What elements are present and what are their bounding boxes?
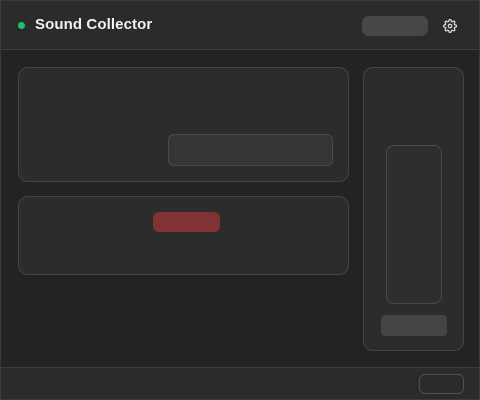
record-button[interactable] — [153, 212, 220, 232]
app-title: Sound Collector — [35, 16, 153, 33]
header-placeholder-pill — [362, 16, 428, 36]
gear-icon — [443, 19, 457, 33]
app-window: Sound Collector — [0, 0, 480, 400]
level-meter — [386, 145, 442, 304]
footer-button[interactable] — [419, 374, 464, 394]
source-field[interactable] — [168, 134, 333, 166]
source-panel — [18, 67, 349, 182]
level-panel-button[interactable] — [381, 315, 447, 336]
app-footer — [1, 367, 479, 399]
app-header: Sound Collector — [1, 1, 479, 50]
level-panel — [363, 67, 464, 351]
status-indicator — [18, 22, 25, 29]
record-panel — [18, 196, 349, 275]
settings-button[interactable] — [441, 17, 459, 35]
